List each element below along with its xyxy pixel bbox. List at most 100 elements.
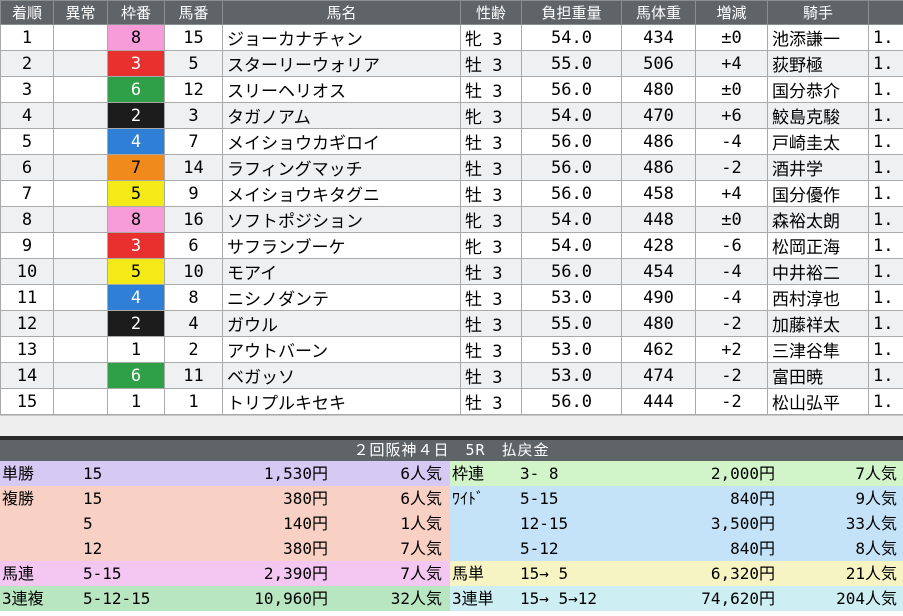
weight-cell: 53.0 (521, 284, 622, 311)
place-cell: 5 (0, 128, 54, 155)
abnormal-cell (53, 128, 108, 155)
horse-name-cell: メイショウキタグニ (222, 180, 461, 207)
horse-name-cell: ソフトポジション (222, 206, 461, 233)
abnormal-cell (53, 76, 108, 103)
abnormal-cell (53, 154, 108, 181)
sex-age-cell: 牡 3 (460, 154, 522, 181)
jockey-cell: 三津谷隼 (767, 336, 869, 363)
sex-age-cell: 牡 3 (460, 362, 522, 389)
weight-cell: 56.0 (521, 154, 622, 181)
payout-popularity: 7人気 (400, 539, 442, 558)
sex-age-cell: 牡 3 (460, 76, 522, 103)
diff-cell: +4 (695, 180, 768, 207)
payout-combo: 5-12 (520, 539, 559, 558)
horse-name-cell: メイショウカギロイ (222, 128, 461, 155)
time-cell: 1. (868, 206, 903, 233)
waku-cell: 7 (107, 154, 165, 181)
diff-cell: +4 (695, 50, 768, 77)
jockey-cell: 酒井学 (767, 154, 869, 181)
sex-age-cell: 牝 3 (460, 232, 522, 259)
payout-popularity: 6人気 (400, 489, 442, 508)
weight-cell: 54.0 (521, 102, 622, 129)
diff-cell: -2 (695, 388, 768, 415)
table-row: 1 8 15 ジョーカナチャン牝 3 54.0 434 ±0 池添謙一 1. (0, 24, 903, 51)
payout-bet-type: 単勝 (2, 464, 35, 483)
col-header-diff: 増減 (695, 0, 768, 25)
weight-cell: 56.0 (521, 128, 622, 155)
payout-popularity: 9人気 (855, 489, 897, 508)
table-row: 2 3 5 スターリーウォリア牡 3 55.0 506 +4 荻野極 1. (0, 50, 903, 77)
weight-cell: 55.0 (521, 310, 622, 337)
payout-row-right: 枠連 3- 8 2,000円 7人気 (450, 461, 903, 486)
abnormal-cell (53, 310, 108, 337)
sex-age-cell: 牡 3 (460, 388, 522, 415)
payout-popularity: 1人気 (400, 514, 442, 533)
jockey-cell: 松岡正海 (767, 232, 869, 259)
sex-age-cell: 牡 3 (460, 180, 522, 207)
waku-cell: 4 (107, 128, 165, 155)
body-weight-cell: 480 (621, 76, 696, 103)
horse-name-cell: トリプルキセキ (222, 388, 461, 415)
weight-cell: 53.0 (521, 362, 622, 389)
time-cell: 1. (868, 258, 903, 285)
payout-combo: 15 (83, 489, 103, 508)
results-table-panel: 着順 異常 枠番 馬番 馬名 性齢 負担重量 馬体重 増減 騎手 タ 1815ジ… (0, 0, 903, 415)
col-header-body-weight: 馬体重 (621, 0, 696, 25)
waku-cell: 6 (107, 76, 165, 103)
waku-cell: 3 (107, 50, 165, 77)
payout-popularity: 6人気 (400, 464, 442, 483)
abnormal-cell (53, 50, 108, 77)
horse-name-cell: サフランブーケ (222, 232, 461, 259)
time-cell: 1. (868, 180, 903, 207)
body-weight-cell: 486 (621, 128, 696, 155)
jockey-cell: 池添謙一 (767, 24, 869, 51)
weight-cell: 56.0 (521, 258, 622, 285)
payout-amount: 2,000円 (710, 464, 775, 483)
umaban-cell: 8 (164, 284, 223, 311)
payout-row-right: ﾜｲﾄﾞ 5-15 840円 9人気 (450, 486, 903, 511)
payout-row-left: 5 140円 1人気 (0, 511, 450, 536)
payout-combo: 5-15 (83, 564, 122, 583)
payout-amount: 840円 (730, 489, 775, 508)
weight-cell: 55.0 (521, 50, 622, 77)
payout-popularity: 7人気 (400, 564, 442, 583)
horse-name-cell: スターリーウォリア (222, 50, 461, 77)
diff-cell: -6 (695, 232, 768, 259)
waku-cell: 8 (107, 24, 165, 51)
payout-combo: 5-15 (520, 489, 559, 508)
jockey-cell: 鮫島克駿 (767, 102, 869, 129)
weight-cell: 56.0 (521, 76, 622, 103)
waku-cell: 2 (107, 102, 165, 129)
horizontal-scroll-area[interactable] (0, 415, 903, 436)
payout-combo: 5-12-15 (83, 589, 151, 608)
waku-cell: 5 (107, 180, 165, 207)
horse-name-cell: ジョーカナチャン (222, 24, 461, 51)
umaban-cell: 12 (164, 76, 223, 103)
horse-name-cell: ニシノダンテ (222, 284, 461, 311)
payout-amount: 3,500円 (710, 514, 775, 533)
diff-cell: ±0 (695, 76, 768, 103)
umaban-cell: 10 (164, 258, 223, 285)
payout-bet-type: 3連単 (452, 589, 494, 608)
sex-age-cell: 牡 3 (460, 128, 522, 155)
abnormal-cell (53, 284, 108, 311)
place-cell: 3 (0, 76, 54, 103)
umaban-cell: 15 (164, 24, 223, 51)
results-table: 着順 異常 枠番 馬番 馬名 性齢 負担重量 馬体重 増減 騎手 タ 1815ジ… (0, 0, 903, 415)
body-weight-cell: 448 (621, 206, 696, 233)
diff-cell: -2 (695, 310, 768, 337)
col-header-horse-name: 馬名 (222, 0, 461, 25)
payout-bet-type: 枠連 (452, 464, 485, 483)
diff-cell: ±0 (695, 24, 768, 51)
payout-popularity: 33人気 (845, 514, 897, 533)
time-cell: 1. (868, 232, 903, 259)
horse-name-cell: モアイ (222, 258, 461, 285)
payout-combo: 12-15 (520, 514, 569, 533)
payout-popularity: 32人気 (390, 589, 442, 608)
body-weight-cell: 444 (621, 388, 696, 415)
col-header-umaban: 馬番 (164, 0, 223, 25)
horse-name-cell: ベガッソ (222, 362, 461, 389)
table-row: 11 4 8 ニシノダンテ牡 3 53.0 490 -4 西村淳也 1. (0, 284, 903, 311)
place-cell: 14 (0, 362, 54, 389)
col-header-time: タ (868, 0, 903, 25)
